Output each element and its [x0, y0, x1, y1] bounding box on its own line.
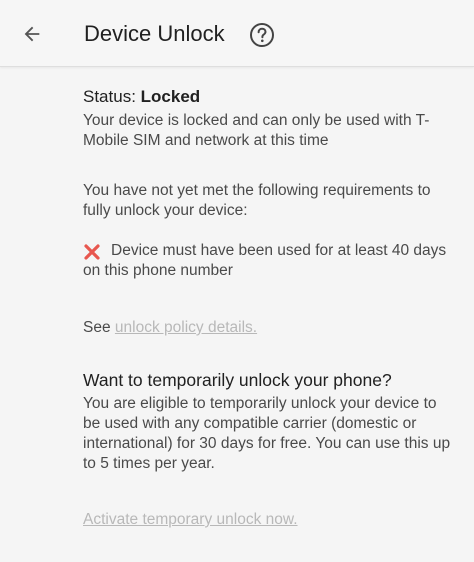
requirement-item: Device must have been used for at least …: [83, 241, 458, 281]
back-button[interactable]: [14, 17, 50, 51]
policy-prefix: See: [83, 319, 111, 336]
page-title: Device Unlock: [84, 21, 225, 46]
policy-line: See unlock policy details.: [83, 318, 458, 338]
requirements-intro: You have not yet met the following requi…: [83, 182, 431, 219]
status-description: Your device is locked and can only be us…: [83, 112, 430, 149]
temporary-unlock-description: You are eligible to temporarily unlock y…: [83, 395, 451, 472]
requirement-text: Device must have been used for at least …: [83, 242, 447, 279]
help-button[interactable]: [248, 21, 276, 49]
app-bar: Device Unlock: [0, 0, 474, 67]
unlock-policy-link[interactable]: unlock policy details.: [115, 319, 257, 336]
red-x-icon: [84, 244, 100, 260]
activate-temporary-unlock-link[interactable]: Activate temporary unlock now.: [83, 510, 458, 530]
status-value: Locked: [140, 87, 201, 106]
back-arrow-icon: [24, 26, 40, 42]
status-line: Status: Locked: [83, 86, 458, 108]
status-label: Status:: [83, 87, 136, 106]
help-icon: [250, 23, 274, 47]
temporary-unlock-heading: Want to temporarily unlock your phone?: [83, 370, 392, 390]
content: Status: Locked Your device is locked and…: [83, 86, 458, 530]
